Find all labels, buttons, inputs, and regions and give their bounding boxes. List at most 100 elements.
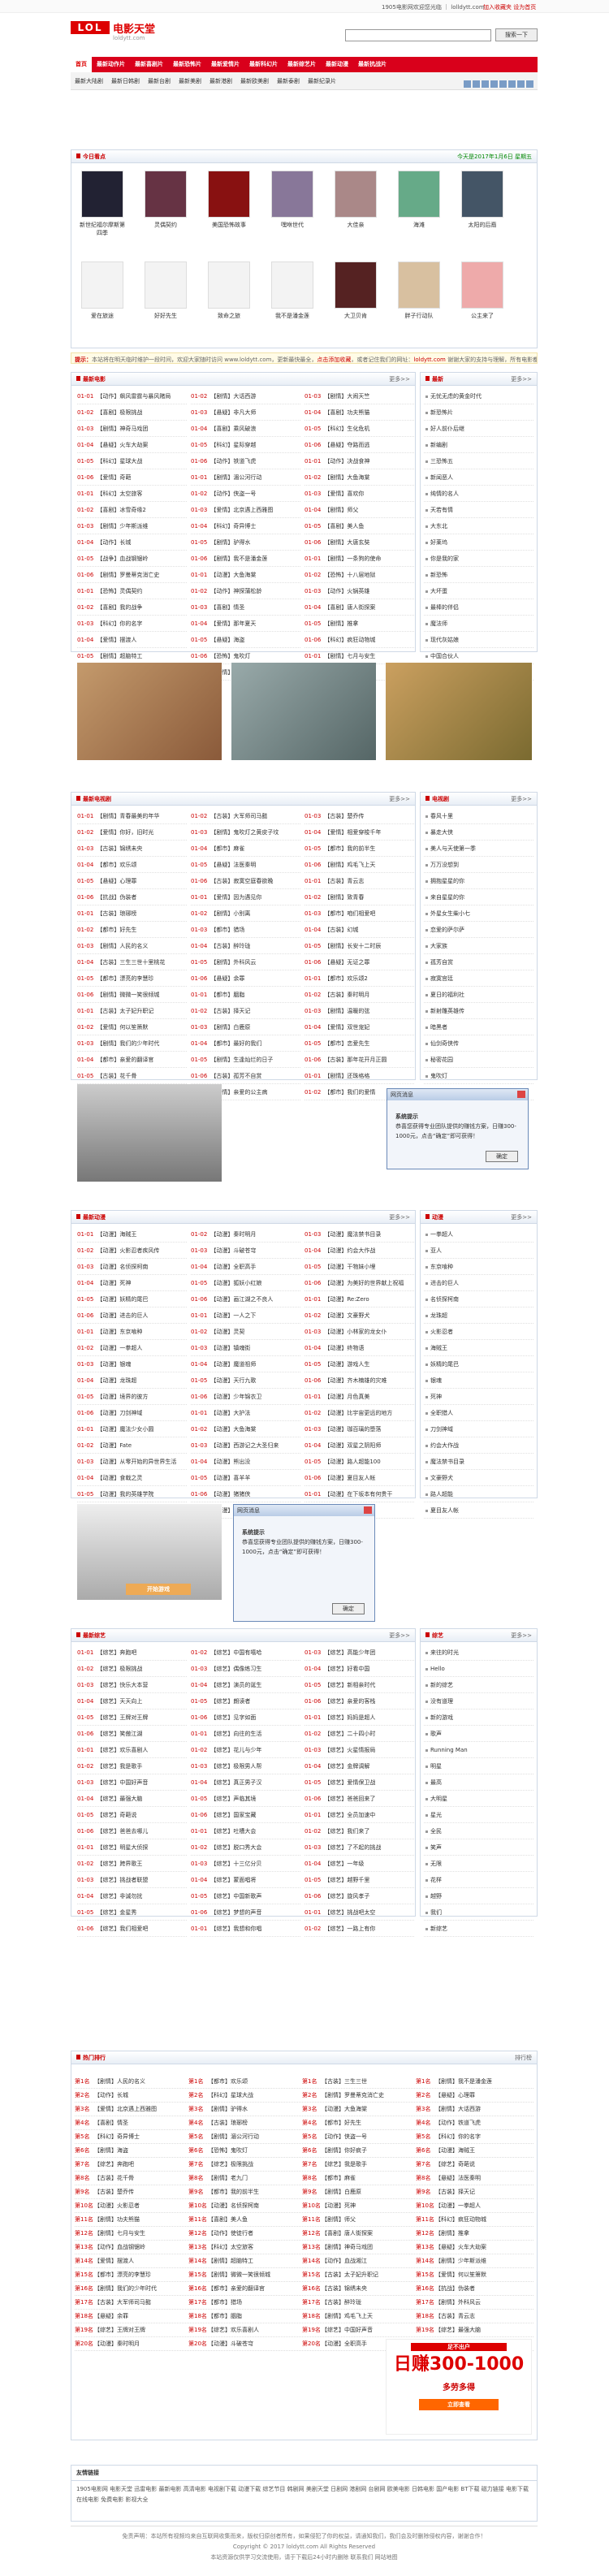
- item-title[interactable]: 【喜剧】情圣: [210, 604, 244, 611]
- item-title[interactable]: 【剧情】一条狗的使命: [324, 555, 381, 562]
- hot-cell[interactable]: 第9名 【都市】我的前半生: [188, 2185, 302, 2199]
- item-title[interactable]: 【古装】青云志: [324, 878, 364, 884]
- side-item[interactable]: 来往的时光: [424, 1645, 533, 1661]
- notice-domain-link[interactable]: loldytt.com: [413, 357, 445, 363]
- item-title[interactable]: 【都市】咱们相爱吧: [324, 910, 375, 917]
- hot-cell[interactable]: 第14名【剧情】超脑特工: [188, 2254, 302, 2268]
- hot-cell[interactable]: 第19名【综艺】最强大脑: [416, 2323, 529, 2337]
- item-title[interactable]: 【喜剧】乘风破浪: [210, 426, 256, 432]
- poster-label[interactable]: 致命之旅: [205, 312, 253, 320]
- item-title[interactable]: 【喜剧】极限挑战: [97, 409, 142, 416]
- item-title[interactable]: 【综艺】一年级: [324, 1861, 364, 1867]
- list-item[interactable]: 01-02 【喜剧】冰雪奇缘2: [77, 502, 187, 518]
- item-title[interactable]: 【动漫】妖精的尾巴: [97, 1296, 148, 1303]
- list-item[interactable]: 01-05 【悬疑】法医秦明: [191, 857, 300, 873]
- hot-cell[interactable]: 第15名【爱情】何以笙箫默: [416, 2268, 529, 2282]
- side-item[interactable]: 新的游戏: [424, 1709, 533, 1726]
- side-item[interactable]: Hello: [424, 1661, 533, 1677]
- hot-item[interactable]: 【古装】青云志: [435, 2310, 526, 2323]
- hot-cell[interactable]: 第5名 【剧情】湄公河行动: [188, 2130, 302, 2144]
- item-title[interactable]: 【古装】三生三世十里桃花: [97, 959, 165, 966]
- item-title[interactable]: 【剧情】小别离: [210, 910, 250, 917]
- item-title[interactable]: 【综艺】我们来了: [324, 1828, 369, 1835]
- hot-cell[interactable]: 第5名 【动作】侠盗一号: [302, 2130, 416, 2144]
- hot-cell[interactable]: 第8名 【剧情】老九门: [188, 2172, 302, 2185]
- list-item[interactable]: 01-04 【综艺】真正男子汉: [191, 1774, 300, 1791]
- item-title[interactable]: 【剧情】师父: [324, 507, 358, 513]
- list-item[interactable]: 01-02 【剧情】大鱼海棠: [304, 469, 414, 486]
- item-title[interactable]: 【综艺】挑战者联盟: [97, 1877, 148, 1883]
- list-item[interactable]: 01-03 【剧情】神奇马戏团: [77, 421, 187, 437]
- list-item[interactable]: 01-05 【喜剧】美人鱼: [304, 518, 414, 534]
- hot-item[interactable]: 【悬疑】火车大劫案: [435, 2241, 526, 2254]
- item-title[interactable]: 【恐怖】十八层地狱: [324, 572, 375, 578]
- list-item[interactable]: 01-04 【综艺】非诚勿扰: [77, 1888, 187, 1904]
- hot-cell[interactable]: 第17名【古装】大军师司马懿: [75, 2296, 188, 2310]
- list-item[interactable]: 01-02 【喜剧】我的战争: [77, 599, 187, 616]
- hot-cell[interactable]: 第11名【喜剧】美人鱼: [188, 2213, 302, 2227]
- item-title[interactable]: 【剧情】生逢灿烂的日子: [210, 1057, 273, 1063]
- notice-fav-link[interactable]: 点击添加收藏: [317, 357, 351, 363]
- list-item[interactable]: 01-06 【综艺】我们相爱吧: [77, 1921, 187, 1937]
- item-title[interactable]: 【动漫】游戏人生: [324, 1361, 369, 1368]
- item-title[interactable]: 【综艺】妈妈是超人: [324, 1714, 375, 1721]
- nav-item-4[interactable]: 最新爱情片: [206, 57, 244, 72]
- share-icon[interactable]: [508, 80, 516, 88]
- item-title[interactable]: 【动漫】为美好的世界献上祝福: [324, 1280, 404, 1286]
- poster-image[interactable]: [208, 261, 250, 309]
- hot-cell[interactable]: 第18名【都市】胭脂: [188, 2310, 302, 2323]
- list-item[interactable]: 01-06 【悬疑】夺路而逃: [304, 437, 414, 453]
- search-input[interactable]: [345, 29, 491, 41]
- list-item[interactable]: 01-05 【综艺】朗读者: [191, 1693, 300, 1709]
- hot-cell[interactable]: 第11名【科幻】疯狂动物城: [416, 2213, 529, 2227]
- list-item[interactable]: 01-03 【动漫】西游记之大圣归来: [191, 1437, 300, 1454]
- hot-cell[interactable]: 第17名【都市】猎场: [188, 2296, 302, 2310]
- hot-cell[interactable]: 第13名【悬疑】火车大劫案: [416, 2241, 529, 2254]
- list-item[interactable]: 01-04 【爱情】摆渡人: [77, 632, 187, 648]
- item-title[interactable]: 【古装】太子妃升职记: [97, 1008, 153, 1014]
- item-title[interactable]: 【剧情】少年斯派维: [97, 523, 148, 529]
- list-item[interactable]: 01-05 【动漫】喜羊羊: [191, 1470, 300, 1486]
- item-title[interactable]: 【动漫】少年锦衣卫: [210, 1394, 261, 1400]
- item-title[interactable]: 【动作】飙风雷霆与暴风赌局: [97, 393, 171, 400]
- item-title[interactable]: 【古装】幻城: [324, 927, 358, 933]
- list-item[interactable]: 01-01 【动漫】海贼王: [77, 1226, 187, 1243]
- side-item[interactable]: 名侦探柯南: [424, 1291, 533, 1307]
- hot-item[interactable]: 【剧情】鸡毛飞上天: [322, 2310, 412, 2323]
- item-title[interactable]: 【综艺】脱口秀大会: [210, 1844, 261, 1851]
- hot-item[interactable]: 【都市】漂亮的李慧珍: [94, 2268, 185, 2282]
- dialog-ok-button-2[interactable]: 确定: [332, 1603, 365, 1614]
- hot-item[interactable]: 【都市】好先生: [322, 2116, 412, 2130]
- list-item[interactable]: 01-03 【动漫】银魂: [77, 1356, 187, 1372]
- list-item[interactable]: 01-04 【综艺】一年级: [304, 1856, 414, 1872]
- item-title[interactable]: 【剧情】大唐玄奘: [324, 539, 369, 546]
- ad-image-1[interactable]: [77, 663, 222, 760]
- hot-cell[interactable]: 第4名 【古装】琅琊榜: [188, 2116, 302, 2130]
- list-item[interactable]: 01-01 【综艺】挑战吧太空: [304, 1904, 414, 1921]
- item-title[interactable]: 【古装】秦时明月: [324, 992, 369, 998]
- list-item[interactable]: 01-01 【综艺】奔跑吧: [77, 1645, 187, 1661]
- list-item[interactable]: 01-05 【综艺】新相亲时代: [304, 1677, 414, 1693]
- item-title[interactable]: 【喜剧】冰雪奇缘2: [97, 507, 145, 513]
- side-item[interactable]: 夏目友人帐: [424, 1502, 533, 1519]
- list-item[interactable]: 01-06 【古装】寂寞空庭春欲晚: [191, 873, 300, 889]
- list-item[interactable]: 01-06 【动漫】画江湖之不良人: [191, 1291, 300, 1307]
- item-title[interactable]: 【综艺】演员的诞生: [210, 1682, 261, 1688]
- hot-item[interactable]: 【古装】花千骨: [94, 2172, 185, 2185]
- item-title[interactable]: 【综艺】亲爱的客栈: [324, 1698, 375, 1705]
- item-title[interactable]: 【动漫】魔法少女小圆: [97, 1426, 153, 1433]
- hot-cell[interactable]: 第6名 【动漫】海贼王: [416, 2144, 529, 2158]
- poster-image[interactable]: [461, 171, 503, 218]
- item-title[interactable]: 【动漫】死神: [97, 1280, 131, 1286]
- item-title[interactable]: 【悬疑】夺路而逃: [324, 442, 369, 448]
- list-item[interactable]: 01-02 【动作】侠盗一号: [191, 486, 300, 502]
- side-item[interactable]: 文豪野犬: [424, 1470, 533, 1486]
- item-title[interactable]: 【综艺】我想和你唱: [210, 1926, 261, 1932]
- item-title[interactable]: 【动作】长城: [97, 539, 131, 546]
- list-item[interactable]: 01-01 【综艺】欢乐喜剧人: [77, 1742, 187, 1758]
- item-title[interactable]: 【综艺】了不起的挑战: [324, 1844, 381, 1851]
- item-title[interactable]: 【古装】锦绣未央: [97, 845, 142, 852]
- side-item[interactable]: 亚人: [424, 1243, 533, 1259]
- list-item[interactable]: 01-01 【综艺】向往的生活: [191, 1726, 300, 1742]
- list-item[interactable]: 01-04 【古装】幻城: [304, 922, 414, 938]
